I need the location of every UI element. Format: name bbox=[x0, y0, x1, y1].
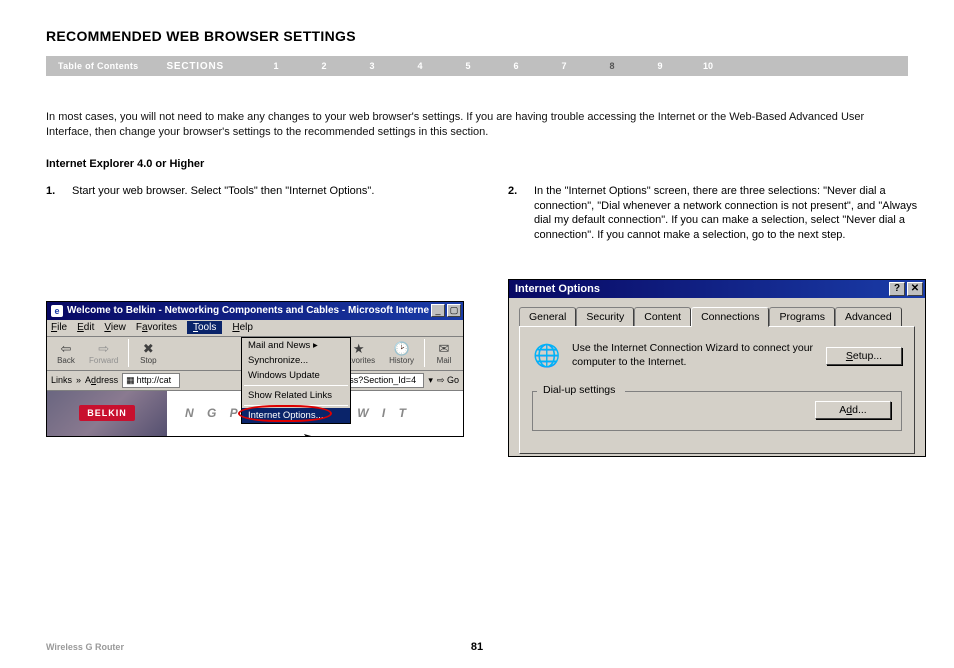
nav-section-9[interactable]: 9 bbox=[636, 61, 684, 71]
page-footer: Wireless G Router 81 bbox=[46, 642, 908, 652]
io-tabstrip: General Security Content Connections Pro… bbox=[509, 298, 925, 326]
nav-section-2[interactable]: 2 bbox=[300, 61, 348, 71]
nav-section-7[interactable]: 7 bbox=[540, 61, 588, 71]
belkin-banner: BELKIN bbox=[47, 391, 167, 436]
ie-minimize-button[interactable]: _ bbox=[431, 304, 445, 317]
ie-menu-view[interactable]: View bbox=[104, 322, 126, 333]
dropdown-synchronize[interactable]: Synchronize... bbox=[242, 353, 350, 368]
dialup-group-label: Dial-up settings bbox=[539, 384, 619, 396]
tab-programs[interactable]: Programs bbox=[769, 307, 835, 327]
nav-sections-label: SECTIONS bbox=[146, 61, 252, 72]
ie-maximize-button[interactable]: ▢ bbox=[447, 304, 461, 317]
ie-address-input[interactable]: ▦ http://cat bbox=[122, 373, 180, 388]
step-1-number: 1. bbox=[46, 184, 72, 199]
intro-paragraph: In most cases, you will not need to make… bbox=[46, 110, 908, 140]
io-titlebar: Internet Options ? ✕ bbox=[509, 280, 925, 298]
toolbar-divider bbox=[128, 339, 129, 367]
dropdown-mail-news[interactable]: Mail and News ▸ bbox=[242, 338, 350, 353]
ie-tools-dropdown: Mail and News ▸ Synchronize... Windows U… bbox=[241, 337, 351, 424]
tab-general[interactable]: General bbox=[519, 307, 576, 327]
ie-go-button[interactable]: ⇨ Go bbox=[437, 375, 459, 386]
ie-title-text: Welcome to Belkin - Networking Component… bbox=[67, 305, 429, 316]
dropdown-windows-update[interactable]: Windows Update bbox=[242, 368, 350, 383]
ie-app-icon: e bbox=[51, 305, 63, 317]
page-heading: RECOMMENDED WEB BROWSER SETTINGS bbox=[46, 28, 908, 44]
ie-mail-button[interactable]: ✉Mail bbox=[429, 342, 459, 365]
io-wizard-text: Use the Internet Connection Wizard to co… bbox=[572, 342, 816, 369]
ie-history-button[interactable]: 🕑History bbox=[383, 342, 420, 365]
nav-section-5[interactable]: 5 bbox=[444, 61, 492, 71]
product-name: Wireless G Router bbox=[46, 642, 124, 652]
dropdown-internet-options[interactable]: Internet Options... bbox=[242, 408, 350, 423]
nav-section-6[interactable]: 6 bbox=[492, 61, 540, 71]
ie-titlebar: e Welcome to Belkin - Networking Compone… bbox=[47, 302, 463, 320]
page-number: 81 bbox=[471, 641, 483, 653]
ie-menu-edit[interactable]: Edit bbox=[77, 322, 94, 333]
ie-address-label: Address bbox=[85, 375, 118, 385]
tab-advanced[interactable]: Advanced bbox=[835, 307, 902, 327]
ie-menu-favorites[interactable]: Favorites bbox=[136, 322, 177, 333]
io-help-button[interactable]: ? bbox=[889, 282, 905, 296]
section-navbar: Table of Contents SECTIONS 1 2 3 4 5 6 7… bbox=[46, 56, 908, 76]
ie-menu-file[interactable]: FFileile bbox=[51, 322, 67, 333]
ie-menu-help[interactable]: Help bbox=[232, 322, 253, 333]
subheading: Internet Explorer 4.0 or Higher bbox=[46, 158, 908, 170]
tab-connections[interactable]: Connections bbox=[691, 307, 769, 327]
ie-stop-button[interactable]: ✖Stop bbox=[133, 342, 163, 365]
nav-section-3[interactable]: 3 bbox=[348, 61, 396, 71]
belkin-logo: BELKIN bbox=[79, 405, 135, 421]
step-1: 1. Start your web browser. Select "Tools… bbox=[46, 184, 464, 199]
internet-options-screenshot: Internet Options ? ✕ General Security Co… bbox=[508, 279, 926, 457]
ie-back-button[interactable]: ⇦Back bbox=[51, 342, 81, 365]
toolbar-divider bbox=[424, 339, 425, 367]
setup-button[interactable]: Setup... bbox=[826, 347, 902, 365]
ie-forward-button[interactable]: ⇨Forward bbox=[83, 342, 124, 365]
step-2-number: 2. bbox=[508, 184, 534, 243]
ie-menubar: FFileile Edit View Favorites Tools Help bbox=[47, 320, 463, 337]
nav-section-1[interactable]: 1 bbox=[252, 61, 300, 71]
dropdown-separator bbox=[244, 405, 348, 406]
nav-section-10[interactable]: 10 bbox=[684, 61, 732, 71]
step-2-text: In the "Internet Options" screen, there … bbox=[534, 184, 926, 243]
dialup-settings-group: Dial-up settings Add... bbox=[532, 391, 902, 431]
ie-page-icon: ▦ bbox=[126, 375, 135, 386]
tab-security[interactable]: Security bbox=[576, 307, 634, 327]
io-close-button[interactable]: ✕ bbox=[907, 282, 923, 296]
add-button[interactable]: Add... bbox=[815, 401, 891, 419]
globe-wizard-icon: 🌐 bbox=[532, 341, 562, 371]
tab-content[interactable]: Content bbox=[634, 307, 691, 327]
step-1-text: Start your web browser. Select "Tools" t… bbox=[72, 184, 464, 199]
nav-section-4[interactable]: 4 bbox=[396, 61, 444, 71]
dropdown-show-related[interactable]: Show Related Links bbox=[242, 388, 350, 403]
io-title-text: Internet Options bbox=[515, 283, 887, 295]
ie-window-screenshot: e Welcome to Belkin - Networking Compone… bbox=[46, 301, 464, 437]
nav-toc[interactable]: Table of Contents bbox=[50, 61, 146, 71]
ie-links-label[interactable]: Links bbox=[51, 375, 72, 385]
ie-menu-tools[interactable]: Tools bbox=[187, 321, 222, 334]
io-panel: 🌐 Use the Internet Connection Wizard to … bbox=[519, 326, 915, 454]
dropdown-separator bbox=[244, 385, 348, 386]
nav-section-8[interactable]: 8 bbox=[588, 61, 636, 71]
step-2: 2. In the "Internet Options" screen, the… bbox=[508, 184, 926, 243]
